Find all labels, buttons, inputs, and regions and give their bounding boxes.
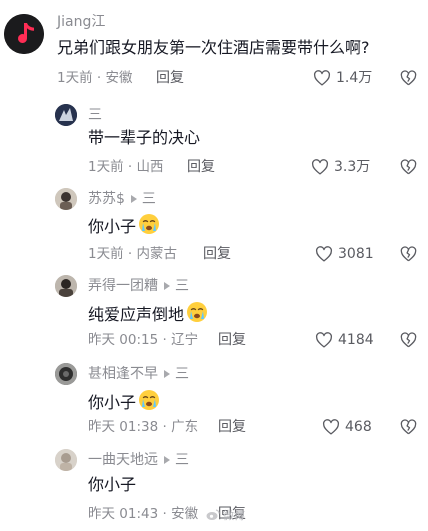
reply-to-name: 三 [175, 366, 189, 382]
like-count: 4184 [338, 332, 374, 348]
crying-face-emoji [139, 214, 160, 234]
weibo-logo-icon [206, 509, 220, 520]
like-button[interactable]: 3081 [315, 245, 374, 263]
like-count: 3081 [338, 246, 374, 262]
broken-heart-icon [400, 159, 417, 175]
reply-to-name: 三 [175, 278, 189, 294]
watermark-text: 微博 [223, 509, 245, 522]
comment-meta: 昨天 01:43 · 安徽 [88, 506, 199, 522]
heart-outline-icon [314, 70, 330, 86]
avatar[interactable] [4, 14, 44, 54]
comment-meta: 1天前 · 安徽 [57, 70, 133, 86]
reply-author-name: 苏苏$ [88, 191, 125, 207]
weibo-watermark: 微博 [206, 507, 245, 523]
like-button[interactable]: 468 [322, 418, 372, 436]
play-triangle-icon [164, 281, 170, 290]
like-button[interactable]: 1.4万 [313, 69, 372, 87]
avatar[interactable] [55, 104, 77, 126]
avatar[interactable] [55, 275, 77, 297]
comment-text-content: 你小子 [88, 393, 137, 412]
reply-button[interactable]: 回复 [203, 245, 231, 263]
heart-outline-icon [316, 332, 332, 348]
comment-text: 带一辈子的决心 [88, 128, 201, 147]
like-count: 1.4万 [336, 70, 373, 86]
heart-outline-icon [316, 246, 332, 262]
comment-text-content: 纯爱应声倒地 [88, 305, 185, 324]
like-count: 3.3万 [334, 159, 371, 175]
reply-author-name: 甚相逢不早 [88, 366, 158, 382]
comment-thread: Jiang江 兄弟们跟女朋友第一次住酒店需要带什么啊? 1天前 · 安徽 回复 … [0, 0, 428, 531]
avatar-image [55, 188, 77, 210]
heart-outline-icon [312, 159, 328, 175]
reply-button[interactable]: 回复 [187, 158, 215, 176]
music-note-icon [4, 14, 44, 54]
comment-text: 你小子 [88, 475, 137, 494]
comment-text-content: 你小子 [88, 217, 137, 236]
reply-button[interactable]: 回复 [156, 69, 184, 87]
reply-to-name: 三 [141, 191, 156, 207]
broken-heart-icon [400, 419, 417, 435]
heart-outline-icon [323, 419, 339, 435]
reply-author-name: 一曲天地远 [88, 452, 158, 468]
avatar-image [55, 363, 77, 385]
comment-author[interactable]: 苏苏$ 三 [88, 190, 156, 208]
dislike-button[interactable] [400, 246, 417, 266]
comment-author[interactable]: Jiang江 [57, 13, 105, 31]
like-button[interactable]: 4184 [315, 331, 374, 349]
comment-meta: 1天前 · 内蒙古 [88, 246, 177, 262]
play-triangle-icon [164, 455, 170, 464]
reply-button[interactable]: 回复 [218, 331, 246, 349]
avatar[interactable] [55, 449, 77, 471]
avatar-image [55, 275, 77, 297]
like-count: 468 [345, 419, 372, 435]
comment-text: 纯爱应声倒地 [88, 301, 208, 326]
reply-button[interactable]: 回复 [218, 418, 246, 436]
reply-to-name: 三 [175, 452, 189, 468]
comment-author[interactable]: 甚相逢不早 三 [88, 365, 189, 383]
reply-author-name: 弄得一团糟 [88, 278, 158, 294]
avatar[interactable] [55, 363, 77, 385]
dislike-button[interactable] [400, 70, 417, 90]
avatar[interactable] [55, 188, 77, 210]
play-triangle-icon [164, 369, 170, 378]
broken-heart-icon [400, 70, 417, 86]
dislike-button[interactable] [400, 419, 417, 439]
crying-face-emoji [187, 302, 208, 322]
broken-heart-icon [400, 332, 417, 348]
like-button[interactable]: 3.3万 [311, 158, 370, 176]
play-triangle-icon [130, 194, 137, 203]
dislike-button[interactable] [400, 332, 417, 352]
comment-author[interactable]: 弄得一团糟 三 [88, 277, 189, 295]
comment-text: 兄弟们跟女朋友第一次住酒店需要带什么啊? [57, 38, 370, 57]
comment-text: 你小子 [88, 213, 160, 238]
comment-meta: 1天前 · 山西 [88, 159, 164, 175]
broken-heart-icon [400, 246, 417, 262]
comment-meta: 昨天 00:15 · 辽宁 [88, 332, 199, 348]
avatar-image [55, 104, 77, 126]
comment-meta: 昨天 01:38 · 广东 [88, 419, 199, 435]
avatar-image [55, 449, 77, 471]
comment-author[interactable]: 一曲天地远 三 [88, 451, 189, 469]
dislike-button[interactable] [400, 159, 417, 179]
comment-text: 你小子 [88, 389, 160, 414]
crying-face-emoji [139, 390, 160, 410]
comment-author[interactable]: 三 [88, 106, 102, 124]
